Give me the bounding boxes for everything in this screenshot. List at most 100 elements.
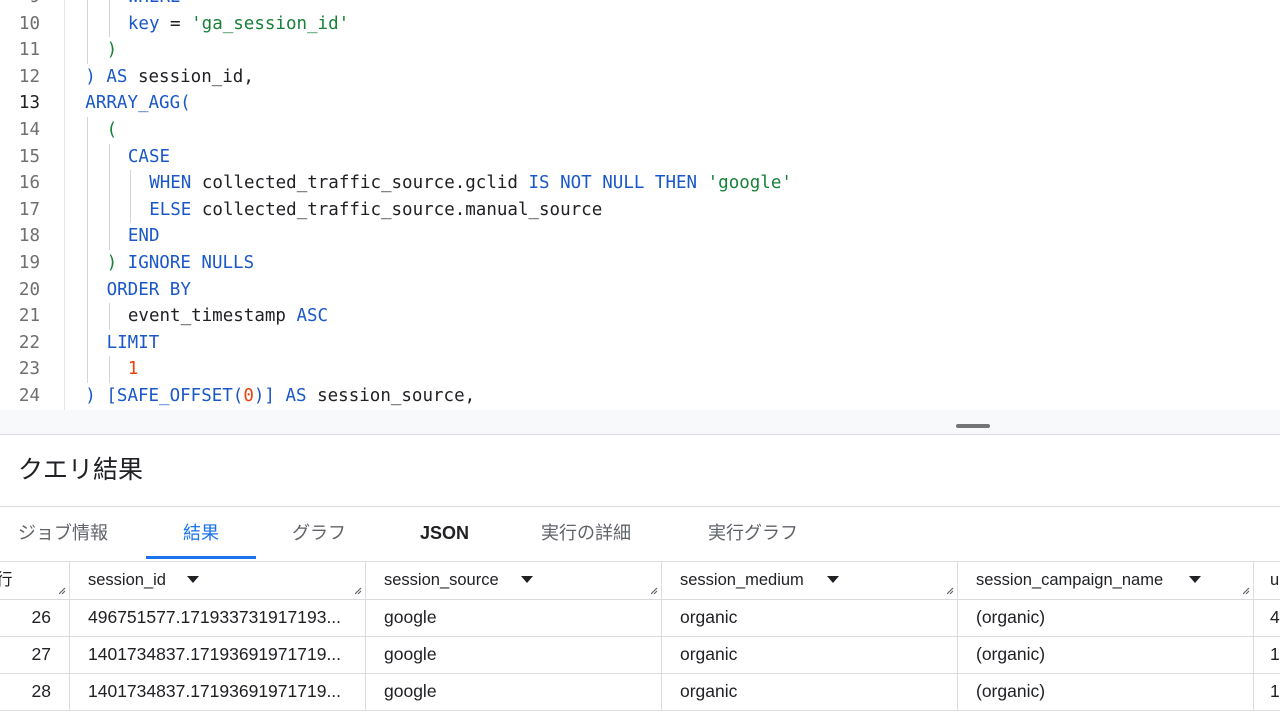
indent-guide — [108, 223, 110, 250]
code-text: 1 — [128, 356, 139, 382]
line-number: 22 — [18, 332, 40, 353]
tab-chart[interactable]: グラフ — [292, 507, 346, 560]
code-line[interactable]: 12) AS session_id, — [0, 64, 1280, 90]
indent-guide — [87, 0, 89, 11]
indent-guide — [87, 329, 89, 357]
code-line[interactable]: 18 END — [0, 223, 1280, 250]
line-number: 18 — [18, 226, 40, 247]
indent-guide — [129, 170, 131, 197]
code-token: LIMIT — [106, 332, 160, 353]
column-header-overflow[interactable]: u — [1254, 562, 1280, 599]
session-source-cell[interactable]: google — [366, 599, 662, 636]
code-line[interactable]: 10 key = 'ga_session_id' — [0, 10, 1280, 38]
code-text: WHEN collected_traffic_source.gclid IS N… — [149, 170, 792, 196]
sort-caret-icon[interactable] — [521, 576, 533, 583]
table-header: 行 session_id session_source session_medi… — [0, 561, 1280, 600]
code-line[interactable]: 16 WHEN collected_traffic_source.gclid IS… — [0, 170, 1280, 197]
column-header-label: session_medium — [680, 571, 804, 589]
table-row[interactable]: 27 1401734837.17193691971719... google o… — [0, 636, 1280, 674]
code-token: session_id, — [137, 66, 254, 87]
code-line[interactable]: 24) [SAFE_OFFSET(0)] AS session_source, — [0, 383, 1280, 409]
indent-guide — [87, 117, 89, 144]
code-token: 'google' — [707, 173, 792, 194]
column-header-session-id[interactable]: session_id — [70, 562, 366, 599]
code-line[interactable]: 9 WHERE — [0, 0, 1280, 11]
resize-handle-icon[interactable] — [648, 585, 658, 595]
session-medium-cell[interactable]: organic — [662, 599, 958, 636]
code-text: LIMIT — [107, 330, 160, 356]
session-medium-cell[interactable]: organic — [662, 673, 958, 710]
tab-execution-graph[interactable]: 実行グラフ — [708, 507, 798, 560]
code-text: CASE — [128, 144, 170, 170]
code-token: ) — [106, 253, 128, 273]
row-number-cell: 28 — [0, 673, 70, 710]
session-id-cell[interactable]: 496751577.171933731917193... — [70, 599, 366, 636]
code-line[interactable]: 19) IGNORE NULLS — [0, 250, 1280, 277]
code-token: ) — [106, 40, 118, 61]
table-row[interactable]: 26 496751577.171933731917193... google o… — [0, 599, 1280, 637]
code-line[interactable]: 23 1 — [0, 356, 1280, 383]
indent-guide — [87, 143, 89, 171]
code-token: key — [127, 13, 171, 34]
code-token: ) — [85, 386, 107, 406]
code-token: WHERE — [128, 0, 181, 7]
code-line[interactable]: 17 ELSE collected_traffic_source.manual_s… — [0, 196, 1280, 224]
sql-editor[interactable]: 9WHERE10key = 'ga_session_id'11)12) AS s… — [0, 0, 1280, 410]
resize-handle-icon[interactable] — [56, 585, 66, 595]
session-source-cell[interactable]: google — [366, 673, 662, 710]
session-campaign-name-cell[interactable]: (organic) — [958, 673, 1254, 710]
sort-caret-icon[interactable] — [187, 576, 199, 583]
column-header-session-source[interactable]: session_source — [366, 562, 662, 599]
indent-guide — [108, 0, 110, 11]
drag-handle-icon[interactable] — [956, 424, 990, 428]
session-campaign-name-cell[interactable]: (organic) — [958, 599, 1254, 636]
tab-results[interactable]: 結果 — [183, 507, 219, 560]
session-source-cell[interactable]: google — [366, 636, 662, 673]
overflow-cell[interactable]: 4 — [1254, 599, 1280, 636]
code-text: WHERE — [128, 0, 181, 10]
tab-execution-details[interactable]: 実行の詳細 — [541, 507, 631, 560]
code-token: 'ga_session_id' — [191, 13, 350, 34]
column-header-session-campaign-name[interactable]: session_campaign_name — [958, 562, 1254, 599]
session-id-cell[interactable]: 1401734837.17193691971719... — [70, 636, 366, 673]
code-line[interactable]: 21 event_timestamp ASC — [0, 303, 1280, 330]
resize-handle-icon[interactable] — [1240, 585, 1250, 595]
indent-guide — [87, 250, 89, 277]
indent-guide — [108, 196, 110, 224]
code-line[interactable]: 15 CASE — [0, 143, 1280, 171]
code-line[interactable]: 13 ARRAY_AGG( — [0, 90, 1280, 116]
column-header-session-medium[interactable]: session_medium — [662, 562, 958, 599]
code-token: [SAFE_OFFSET( — [106, 386, 244, 406]
row-number-cell: 26 — [0, 599, 70, 636]
tab-job-info[interactable]: ジョブ情報 — [18, 507, 108, 560]
panel-splitter[interactable] — [0, 410, 1280, 435]
sort-caret-icon[interactable] — [827, 576, 839, 583]
resize-handle-icon[interactable] — [944, 585, 954, 595]
code-line[interactable]: 11) — [0, 37, 1280, 64]
session-id-cell[interactable]: 1401734837.17193691971719... — [70, 673, 366, 710]
session-campaign-name-cell[interactable]: (organic) — [958, 636, 1254, 673]
code-line[interactable]: 14 ( — [0, 117, 1280, 144]
code-text: key = 'ga_session_id' — [128, 11, 349, 37]
code-token: IGNORE NULLS — [127, 253, 255, 273]
session-medium-cell[interactable]: organic — [662, 636, 958, 673]
overflow-cell[interactable]: 1 — [1254, 673, 1280, 710]
row-number-cell: 27 — [0, 636, 70, 673]
indent-guide — [87, 196, 89, 224]
code-line[interactable]: 22 LIMIT — [0, 329, 1280, 357]
tab-json[interactable]: JSON — [420, 507, 469, 560]
sort-caret-icon[interactable] — [1189, 576, 1201, 583]
table-row[interactable]: 28 1401734837.17193691971719... google o… — [0, 673, 1280, 711]
code-token: ( — [106, 120, 118, 140]
overflow-cell[interactable]: 1 — [1254, 636, 1280, 673]
column-header-row-number[interactable]: 行 — [0, 562, 70, 599]
line-number: 24 — [18, 386, 40, 406]
code-line[interactable]: 20 ORDER BY — [0, 276, 1280, 304]
code-token: session_source, — [317, 386, 476, 406]
resize-handle-icon[interactable] — [352, 585, 362, 595]
indent-guide — [87, 276, 89, 304]
code-token: collected_traffic_source.gclid — [201, 173, 529, 194]
code-text: END — [128, 223, 160, 249]
code-token: )] — [253, 386, 286, 406]
code-token: CASE — [127, 146, 171, 167]
